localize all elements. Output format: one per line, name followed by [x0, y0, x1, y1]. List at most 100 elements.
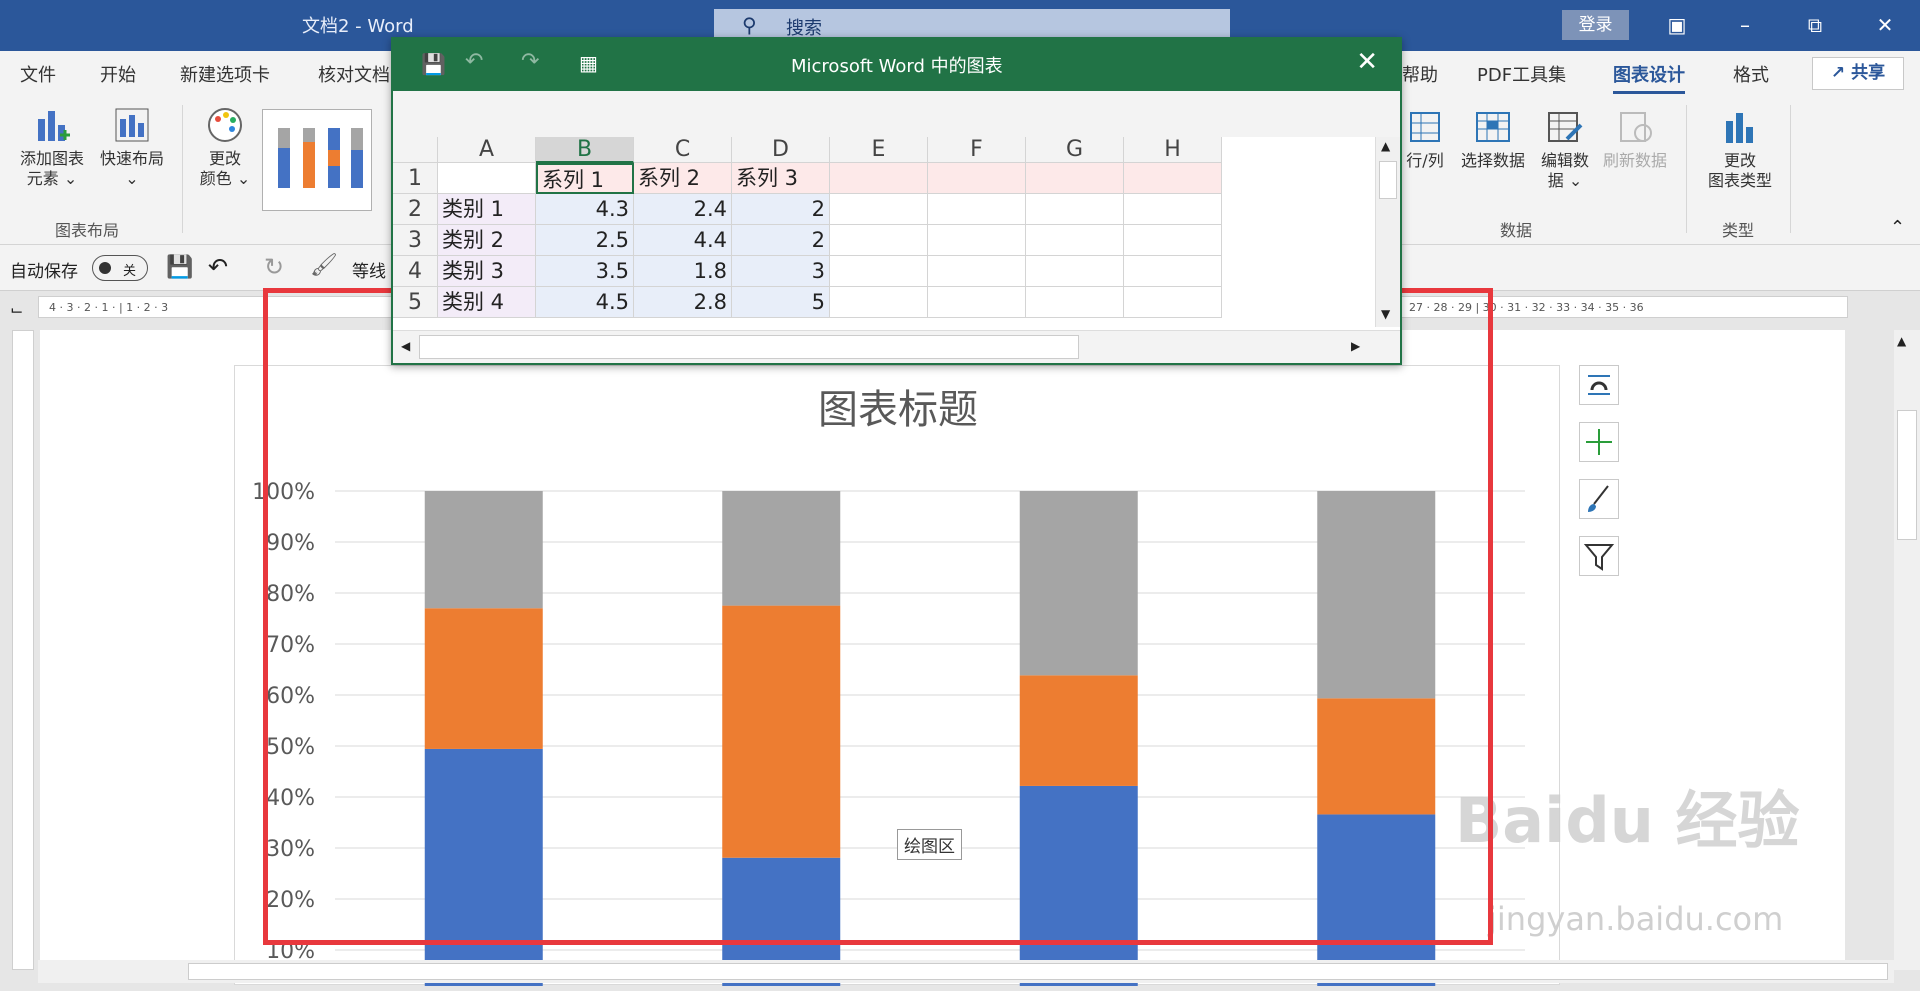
excel-cell[interactable] [438, 163, 536, 194]
minimize-icon[interactable]: – [1725, 8, 1765, 42]
excel-cell[interactable]: 2 [732, 194, 830, 225]
excel-cell[interactable] [928, 163, 1026, 194]
login-button[interactable]: 登录 [1562, 10, 1629, 40]
share-button[interactable]: ↗ 共享 [1812, 57, 1904, 90]
column-header[interactable]: G [1026, 137, 1124, 163]
ribbon-display-icon[interactable]: ▣ [1657, 8, 1697, 42]
tab-help[interactable]: 帮助 [1402, 61, 1438, 87]
edit-data-button[interactable]: 编辑数 据 ⌄ [1535, 107, 1595, 191]
excel-cell[interactable] [1124, 194, 1222, 225]
row-header[interactable]: 4 [393, 256, 438, 287]
excel-cell[interactable]: 类别 1 [438, 194, 536, 225]
excel-cell[interactable] [928, 225, 1026, 256]
vertical-scrollbar[interactable]: ▲ [1894, 330, 1920, 970]
tab-selector-icon[interactable]: ⌙ [10, 300, 23, 319]
font-name-box[interactable]: 等线 [352, 257, 386, 282]
column-header[interactable]: D [732, 137, 830, 163]
column-header[interactable]: A [438, 137, 536, 163]
column-header[interactable]: B [536, 137, 634, 163]
excel-scroll-down-icon[interactable]: ▼ [1381, 307, 1390, 321]
switch-row-column-button[interactable]: 行/列 [1400, 107, 1450, 171]
excel-scroll-left-icon[interactable]: ◀ [401, 339, 410, 353]
excel-horizontal-scrollbar[interactable]: ◀ ▶ [393, 330, 1400, 363]
excel-formula-bar[interactable] [393, 91, 1400, 137]
tab-chart-design[interactable]: 图表设计 [1613, 61, 1685, 94]
excel-cell[interactable]: 3.5 [536, 256, 634, 287]
horizontal-scrollbar[interactable] [38, 960, 1894, 983]
excel-cell[interactable]: 3 [732, 256, 830, 287]
column-header[interactable]: C [634, 137, 732, 163]
excel-cell[interactable] [830, 163, 928, 194]
collapse-ribbon-icon[interactable]: ⌃ [1890, 217, 1905, 238]
horizontal-scroll-thumb[interactable] [188, 963, 1888, 980]
excel-cell[interactable]: 4.4 [634, 225, 732, 256]
excel-cell[interactable]: 2.4 [634, 194, 732, 225]
excel-cell[interactable] [830, 287, 928, 318]
excel-cell[interactable]: 2.5 [536, 225, 634, 256]
excel-cell[interactable] [1026, 287, 1124, 318]
excel-save-icon[interactable]: 💾 [421, 52, 446, 76]
select-all-corner[interactable] [393, 137, 438, 163]
row-header[interactable]: 3 [393, 225, 438, 256]
format-painter-icon[interactable]: 🖌 [310, 253, 338, 278]
excel-cell[interactable]: 系列 3 [732, 163, 830, 194]
tab-review[interactable]: 核对文档 [318, 61, 390, 87]
excel-undo-icon[interactable]: ↶ [465, 49, 483, 74]
scroll-up-icon[interactable]: ▲ [1897, 334, 1906, 348]
excel-cell[interactable] [830, 194, 928, 225]
change-chart-type-button[interactable]: 更改 图表类型 [1696, 107, 1784, 191]
excel-cell[interactable]: 5 [732, 287, 830, 318]
column-header[interactable]: H [1124, 137, 1222, 163]
excel-cell[interactable] [1026, 225, 1124, 256]
add-chart-element-button[interactable]: 添加图表 元素 ⌄ [12, 105, 92, 189]
tab-pdf[interactable]: PDF工具集 [1477, 61, 1566, 87]
excel-cell[interactable]: 4.3 [536, 194, 634, 225]
excel-cell[interactable]: 4.5 [536, 287, 634, 318]
chart-filters-icon[interactable] [1579, 536, 1619, 576]
excel-cell[interactable] [1026, 163, 1124, 194]
row-header[interactable]: 5 [393, 287, 438, 318]
column-header[interactable]: E [830, 137, 928, 163]
refresh-data-button[interactable]: 刷新数据 [1597, 107, 1673, 171]
row-header[interactable]: 2 [393, 194, 438, 225]
autosave-toggle[interactable]: 关 [92, 255, 148, 281]
tab-file[interactable]: 文件 [20, 61, 56, 87]
excel-cell[interactable] [1026, 194, 1124, 225]
quick-layout-button[interactable]: 快速布局 ⌄ [92, 105, 172, 189]
row-header[interactable]: 1 [393, 163, 438, 194]
close-window-icon[interactable]: ✕ [1865, 8, 1905, 42]
chart-styles-icon[interactable] [1579, 479, 1619, 519]
excel-cell[interactable]: 类别 3 [438, 256, 536, 287]
excel-cell[interactable] [928, 256, 1026, 287]
excel-cell[interactable] [928, 287, 1026, 318]
excel-redo-icon[interactable]: ↷ [521, 49, 539, 74]
excel-cell[interactable]: 系列 1 [536, 163, 634, 194]
excel-cell[interactable]: 系列 2 [634, 163, 732, 194]
open-in-excel-icon[interactable]: ▦ [579, 51, 598, 75]
save-icon[interactable]: 💾 [166, 255, 193, 280]
excel-vertical-scrollbar[interactable]: ▲ ▼ [1375, 137, 1400, 327]
excel-close-icon[interactable]: ✕ [1356, 47, 1378, 77]
excel-cell[interactable] [830, 225, 928, 256]
chart-style-thumbnail[interactable] [262, 109, 372, 211]
excel-cell[interactable] [830, 256, 928, 287]
restore-icon[interactable]: ⧉ [1795, 8, 1835, 42]
excel-cell[interactable] [928, 194, 1026, 225]
excel-cell[interactable] [1124, 225, 1222, 256]
excel-cell[interactable]: 1.8 [634, 256, 732, 287]
tab-new[interactable]: 新建选项卡 [180, 61, 270, 87]
tab-home[interactable]: 开始 [100, 61, 136, 87]
excel-scroll-up-icon[interactable]: ▲ [1381, 139, 1390, 153]
excel-cell[interactable] [1124, 287, 1222, 318]
column-header[interactable]: F [928, 137, 1026, 163]
excel-cell[interactable]: 2 [732, 225, 830, 256]
excel-cell[interactable] [1124, 163, 1222, 194]
excel-cell[interactable] [1124, 256, 1222, 287]
chart-area[interactable]: 100% 90% 80% 70% 60% 50% 40% 30% 20% 10% 图表标题 [234, 365, 1560, 991]
excel-scroll-thumb[interactable] [1379, 161, 1397, 199]
excel-cell[interactable]: 类别 2 [438, 225, 536, 256]
layout-options-icon[interactable] [1579, 365, 1619, 405]
chart-elements-icon[interactable] [1579, 422, 1619, 462]
excel-hscroll-thumb[interactable] [419, 335, 1079, 359]
excel-cell[interactable]: 2.8 [634, 287, 732, 318]
